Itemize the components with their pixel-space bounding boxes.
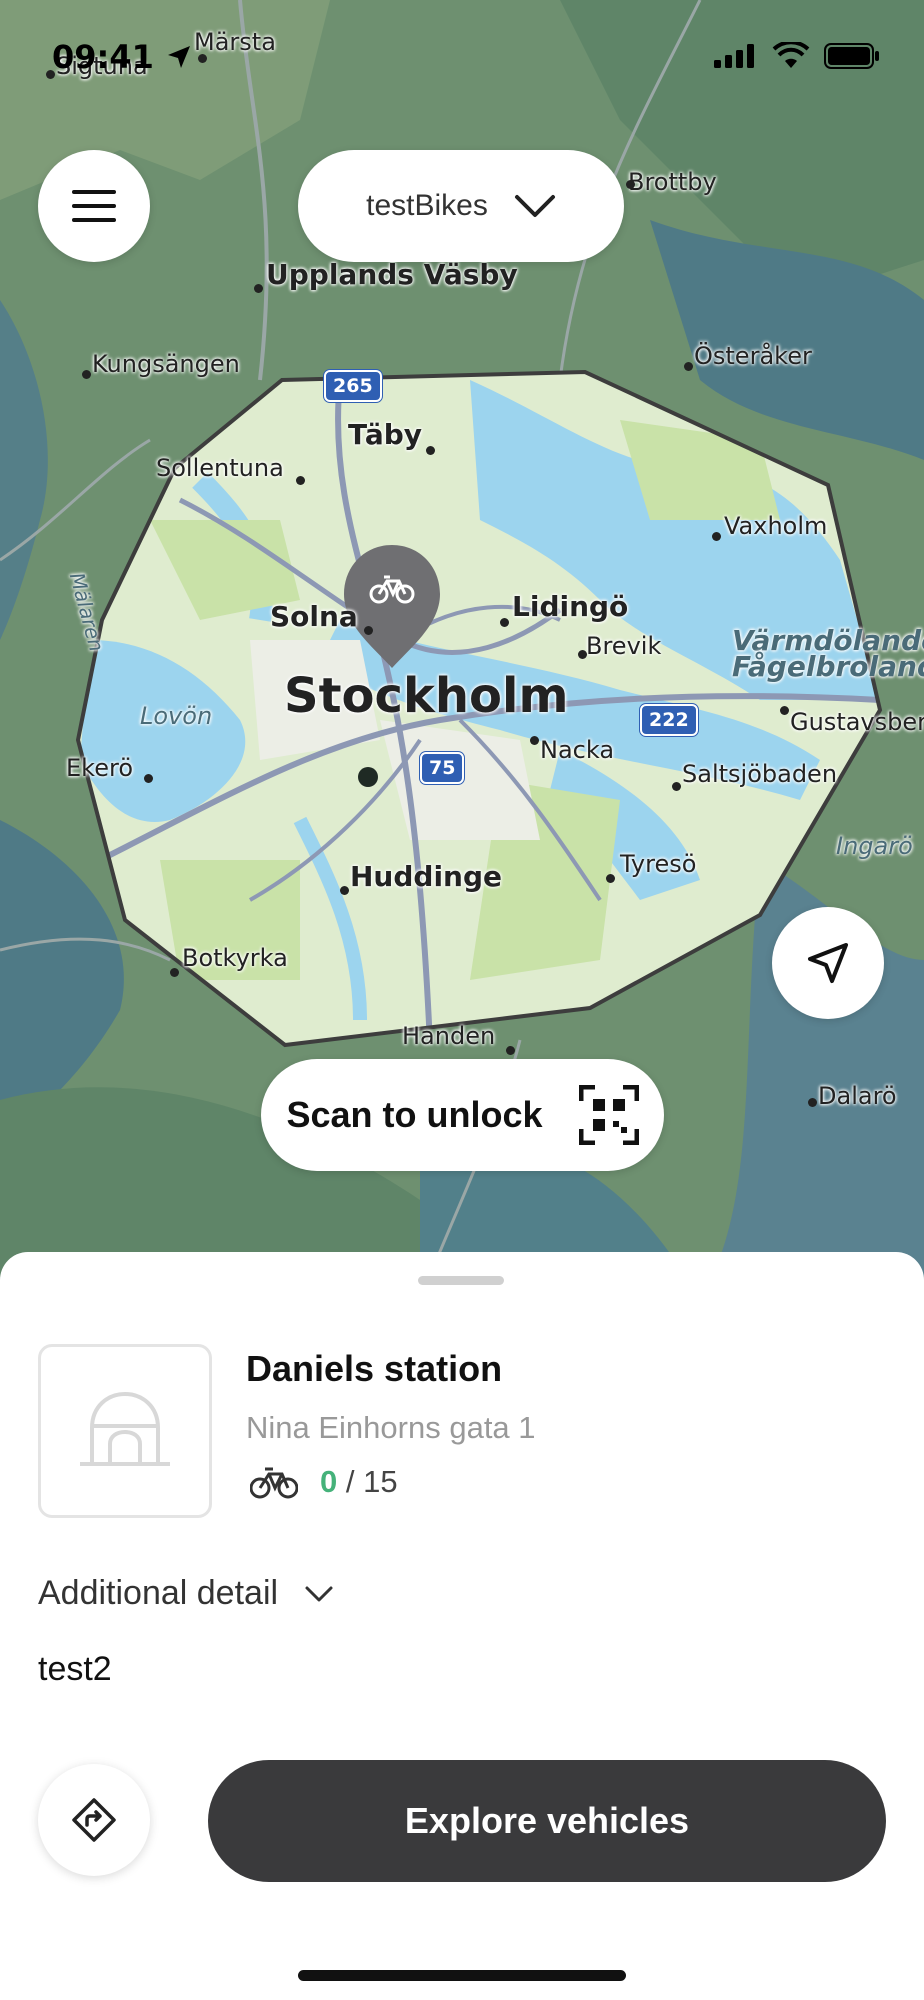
directions-icon — [72, 1798, 116, 1842]
map-place-label: Tyresö — [620, 850, 697, 878]
map-place-dot — [606, 874, 615, 883]
station-thumbnail — [38, 1344, 212, 1518]
road-shield: 75 — [420, 752, 465, 784]
map-place-label: Fågelbrolandet — [732, 650, 924, 683]
map-place-label: Saltsjöbaden — [682, 760, 838, 788]
map-place-label: Ekerö — [66, 754, 133, 782]
scan-to-unlock-button[interactable]: Scan to unlock — [261, 1059, 664, 1171]
map-place-label: Handen — [402, 1022, 496, 1050]
additional-detail-toggle[interactable]: Additional detail — [38, 1574, 334, 1613]
map-place-dot — [426, 446, 435, 455]
map-place-dot — [144, 774, 153, 783]
home-indicator — [298, 1970, 626, 1981]
bike-icon — [250, 1467, 298, 1499]
bike-icon — [369, 575, 415, 604]
map-place-label: Märsta — [194, 28, 276, 56]
map-place-dot — [712, 532, 721, 541]
map-place-label: Sollentuna — [156, 454, 284, 482]
map-place-label: Nacka — [540, 736, 615, 764]
additional-detail-label: Additional detail — [38, 1574, 279, 1612]
map-place-label: Ingarö — [836, 832, 913, 860]
map-place-label: Gustavsberg — [790, 708, 924, 736]
fleet-selector-label: testBikes — [366, 189, 488, 222]
map-place-dot — [780, 706, 789, 715]
map-place-dot — [530, 736, 539, 745]
status-time: 09:41 — [52, 38, 154, 76]
menu-button[interactable] — [38, 150, 150, 262]
station-placeholder-icon — [80, 1391, 170, 1466]
map-place-dot — [254, 284, 263, 293]
location-arrow-icon — [168, 46, 190, 68]
map-place-dot — [684, 362, 693, 371]
map-place-dot — [296, 476, 305, 485]
qr-scan-icon — [578, 1085, 639, 1145]
available-count: 0 — [320, 1464, 338, 1499]
wifi-icon — [772, 42, 810, 68]
station-sheet: Daniels station Nina Einhorns gata 1 0 /… — [0, 1252, 924, 2000]
sheet-handle[interactable] — [418, 1276, 504, 1285]
battery-icon — [824, 43, 879, 69]
chevron-down-icon — [514, 195, 555, 217]
map-place-dot — [578, 650, 587, 659]
map-place-dot — [808, 1098, 817, 1107]
signal-icon — [714, 44, 754, 68]
map-place-dot — [626, 180, 635, 189]
map-place-label: Botkyrka — [182, 944, 288, 972]
map-place-dot — [506, 1046, 515, 1055]
station-name: Daniels station — [246, 1348, 503, 1389]
additional-detail-value: test2 — [38, 1650, 112, 1688]
map-place-label: Upplands Väsby — [266, 258, 518, 291]
map-place-label: Täby — [348, 418, 423, 451]
scan-to-unlock-label: Scan to unlock — [286, 1094, 543, 1135]
map-place-label: Huddinge — [350, 860, 503, 893]
locate-me-button[interactable] — [772, 907, 884, 1019]
directions-button[interactable] — [38, 1764, 150, 1876]
map-place-label: Österåker — [694, 342, 812, 370]
station-availability: 0 / 15 — [250, 1464, 398, 1500]
map-place-label: Lidingö — [512, 590, 629, 623]
map-place-dot — [672, 782, 681, 791]
map-place-label: Dalarö — [818, 1082, 897, 1110]
map-place-dot — [198, 54, 207, 63]
map-place-dot — [170, 968, 179, 977]
status-icons — [714, 42, 880, 70]
hamburger-icon — [72, 190, 116, 222]
capacity-count: / 15 — [345, 1464, 398, 1499]
map-place-dot — [500, 618, 509, 627]
map-place-label: Brevik — [586, 632, 662, 660]
navigation-arrow-icon — [808, 943, 848, 983]
map-place-dot — [82, 370, 91, 379]
station-address: Nina Einhorns gata 1 — [246, 1410, 536, 1445]
map-place-dot — [340, 886, 349, 895]
road-shield: 222 — [640, 704, 698, 736]
map-place-label: Stockholm — [284, 668, 569, 724]
map-place-dot — [364, 626, 373, 635]
road-shield: 265 — [324, 370, 382, 402]
chevron-down-icon — [305, 1586, 333, 1601]
map-place-label: Lovön — [140, 702, 213, 730]
explore-vehicles-button[interactable]: Explore vehicles — [208, 1760, 886, 1882]
fleet-selector[interactable]: testBikes — [298, 150, 624, 262]
map-place-label: Vaxholm — [724, 512, 828, 540]
map-place-label: Kungsängen — [92, 350, 240, 378]
map-place-label: Solna — [270, 600, 358, 633]
map-place-label: Brottby — [628, 168, 717, 196]
